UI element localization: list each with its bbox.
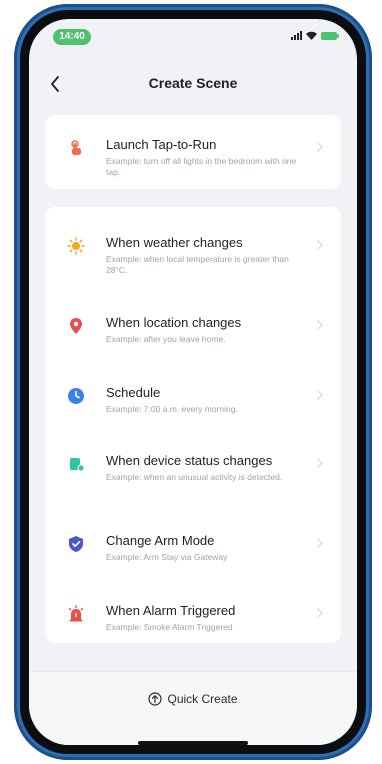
status-time: 14:40 <box>53 29 91 45</box>
status-bar: 14:40 <box>29 19 357 57</box>
condition-row-alarm[interactable]: When Alarm Triggered Example: Smoke Alar… <box>45 589 341 645</box>
condition-desc: Example: after you leave home. <box>106 334 226 344</box>
chevron-right-icon <box>317 240 324 250</box>
signal-icon <box>291 31 302 40</box>
hand-tap-icon <box>71 140 81 155</box>
bottom-bar: Quick Create <box>29 671 357 745</box>
condition-title: When Alarm Triggered <box>106 603 236 618</box>
tap-to-run-row[interactable]: Launch Tap-to-Run Example: turn off all … <box>45 123 341 179</box>
chevron-right-icon <box>317 458 324 468</box>
tap-to-run-title: Launch Tap-to-Run <box>106 137 217 152</box>
nav-bar: Create Scene <box>29 71 357 97</box>
condition-row-schedule[interactable]: Schedule Example: 7:00 a.m. every mornin… <box>45 371 341 427</box>
condition-row-weather[interactable]: When weather changes Example: when local… <box>45 221 341 277</box>
tap-to-run-card: Launch Tap-to-Run Example: turn off all … <box>45 115 341 189</box>
home-indicator <box>138 741 248 745</box>
condition-desc: Example: Smoke Alarm Triggered <box>106 622 233 632</box>
shield-icon <box>69 536 83 552</box>
chevron-right-icon <box>317 608 324 618</box>
clock-icon <box>68 388 84 404</box>
condition-row-location[interactable]: When location changes Example: after you… <box>45 301 341 357</box>
page-title: Create Scene <box>148 75 238 91</box>
wifi-icon <box>306 31 317 40</box>
location-pin-icon <box>70 318 82 334</box>
chevron-right-icon <box>317 390 324 400</box>
condition-title: When weather changes <box>106 235 243 250</box>
condition-desc: Example: when an unusual activity is det… <box>106 472 283 482</box>
chevron-right-icon <box>317 320 324 330</box>
condition-title: Schedule <box>106 385 161 400</box>
condition-row-device-status[interactable]: When device status changes Example: when… <box>45 439 341 495</box>
condition-row-arm-mode[interactable]: Change Arm Mode Example: Arm Stay via Ga… <box>45 519 341 575</box>
device-icon <box>70 458 85 472</box>
condition-desc: Example: 7:00 a.m. every morning. <box>106 404 238 414</box>
status-icons <box>291 31 339 40</box>
condition-title: Change Arm Mode <box>106 533 215 548</box>
tap-to-run-desc: Example: turn off all lights in the bedr… <box>106 156 297 177</box>
condition-title: When location changes <box>106 315 242 330</box>
chevron-right-icon <box>317 538 324 548</box>
quick-create-label: Quick Create <box>167 692 238 706</box>
sun-icon <box>67 237 85 255</box>
condition-title: When device status changes <box>106 453 273 468</box>
arrow-up-circle-icon <box>148 692 163 706</box>
condition-desc: Example: when local temperature is great… <box>106 254 289 275</box>
condition-desc: Example: Arm Stay via Gateway <box>106 552 228 562</box>
battery-icon <box>321 31 339 40</box>
alarm-icon <box>68 605 84 622</box>
quick-create-button[interactable]: Quick Create <box>29 692 357 706</box>
chevron-right-icon <box>317 142 324 152</box>
conditions-card: When weather changes Example: when local… <box>45 207 341 643</box>
app-screen: 14:40 Create Scene Launch Tap-to-Run Exa… <box>29 19 357 745</box>
